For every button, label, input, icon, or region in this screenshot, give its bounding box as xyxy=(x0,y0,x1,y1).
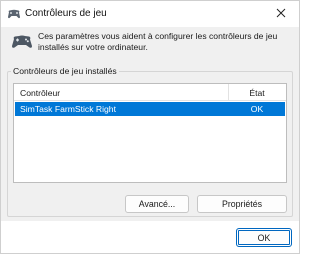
group-label: Contrôleurs de jeu installés xyxy=(11,66,119,76)
controller-name: SimTask FarmStick Right xyxy=(20,104,116,114)
controller-list[interactable]: Contrôleur État SimTask FarmStick Right … xyxy=(13,83,287,183)
controller-state: OK xyxy=(250,104,264,114)
close-icon xyxy=(276,8,286,18)
properties-button[interactable]: Propriétés xyxy=(197,195,287,213)
column-header-controller[interactable]: Contrôleur xyxy=(20,88,60,98)
close-button[interactable] xyxy=(263,1,299,25)
list-item[interactable]: SimTask FarmStick Right OK xyxy=(15,102,285,116)
dialog-content: Ces paramètres vous aident à configurer … xyxy=(1,27,299,221)
ok-button[interactable]: OK xyxy=(236,228,292,247)
gamepad-icon xyxy=(12,35,32,48)
window-title: Contrôleurs de jeu xyxy=(25,8,107,19)
gamepad-icon xyxy=(8,9,20,19)
dialog-window: Contrôleurs de jeu Ces paramètres vous a… xyxy=(0,0,300,254)
dialog-footer: OK xyxy=(1,221,299,253)
title-bar: Contrôleurs de jeu xyxy=(1,1,299,27)
description-text: Ces paramètres vous aident à configurer … xyxy=(38,31,278,52)
column-header-state[interactable]: État xyxy=(242,88,272,98)
column-divider[interactable] xyxy=(228,84,229,100)
advanced-button[interactable]: Avancé... xyxy=(125,195,189,213)
list-header: Contrôleur État xyxy=(14,84,286,101)
